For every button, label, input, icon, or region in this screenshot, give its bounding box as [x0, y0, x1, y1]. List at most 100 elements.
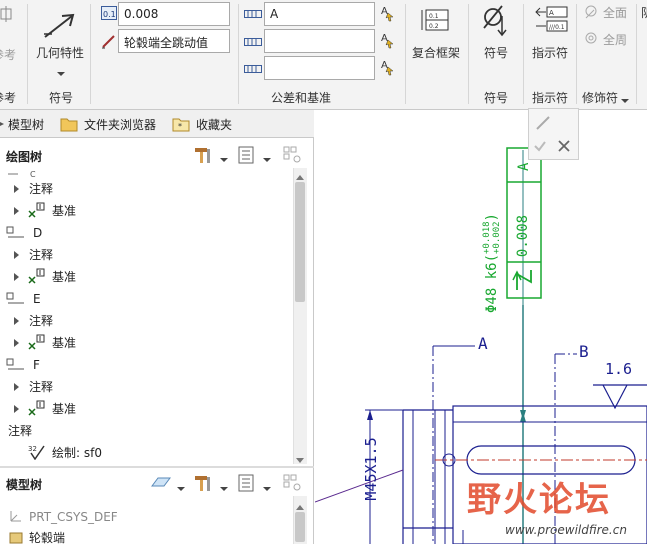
datum-tertiary-icon	[244, 63, 262, 73]
indicator-icon[interactable]: A ///0.1	[534, 4, 570, 38]
divider	[468, 4, 469, 104]
geometric-characteristic-icon[interactable]	[42, 12, 78, 40]
composite-frame-icon[interactable]: 0.1 0.2	[420, 8, 450, 32]
reference-group-label: 参考	[0, 91, 17, 105]
tree-row-datum[interactable]: 基准	[52, 399, 76, 419]
view-node-icon	[6, 358, 26, 372]
expand-icon[interactable]	[14, 339, 19, 347]
tree-row-view-d[interactable]: D	[33, 223, 42, 243]
drawing-canvas[interactable]: Φ48 k6(+0.018 +0.002) 0.008 A A B 1.6 M45…	[315, 110, 647, 544]
close-icon[interactable]	[557, 139, 571, 153]
divider	[27, 4, 28, 104]
expand-icon[interactable]	[14, 185, 19, 193]
chevron-down-icon[interactable]	[56, 66, 66, 76]
expand-icon[interactable]	[14, 405, 19, 413]
datum-select-icon[interactable]: A	[381, 31, 395, 49]
filter-icon[interactable]	[283, 474, 303, 492]
svg-text:0.1: 0.1	[429, 13, 439, 20]
tree-row-datum[interactable]: 基准	[52, 267, 76, 287]
datum-b-label[interactable]: B	[579, 342, 589, 361]
chevron-down-icon[interactable]	[263, 152, 271, 162]
tree-settings-icon[interactable]	[194, 474, 212, 492]
modifier-group-label[interactable]: 修饰符	[582, 89, 618, 106]
datum-feature-icon	[28, 202, 46, 218]
expand-icon[interactable]	[14, 383, 19, 391]
tab-model-tree[interactable]: 模型树	[8, 116, 44, 133]
expand-icon[interactable]	[14, 251, 19, 259]
reference-button-label[interactable]: 参考	[0, 46, 16, 63]
tree-row-sketch[interactable]: 绘制: sf0	[52, 443, 102, 463]
datum-tertiary-input[interactable]	[264, 56, 375, 80]
edit-note-icon	[101, 33, 117, 49]
tree-row-annotations-root[interactable]: 注释	[8, 421, 32, 441]
reference-icon[interactable]	[0, 6, 16, 22]
all-around-icon[interactable]	[584, 31, 600, 47]
diameter-annotation[interactable]: Φ48 k6(+0.018 +0.002)	[482, 150, 502, 313]
chevron-down-icon[interactable]	[220, 152, 228, 162]
confirm-icon[interactable]	[533, 139, 547, 153]
datum-feature-icon	[28, 334, 46, 350]
chevron-down-icon[interactable]	[177, 481, 185, 491]
divider	[523, 4, 524, 104]
datum-a-label[interactable]: A	[478, 334, 488, 353]
geometric-characteristic-label[interactable]: 几何特性	[36, 44, 84, 61]
tree-row-annotation[interactable]: 注释	[29, 311, 53, 331]
symbol-group2-label: 符号	[484, 91, 509, 105]
datum-feature-icon	[28, 268, 46, 284]
roughness-symbol	[602, 384, 628, 410]
datum-select-icon[interactable]: A	[381, 58, 395, 76]
datum-feature-icon	[28, 400, 46, 416]
scroll-down-icon[interactable]	[295, 454, 305, 463]
tree-row-annotation[interactable]: 注释	[29, 245, 53, 265]
tree-row-datum[interactable]: 基准	[52, 333, 76, 353]
gtol-value[interactable]: 0.008	[515, 206, 531, 266]
chevron-down-icon[interactable]	[220, 481, 228, 491]
diameter-symbol-icon[interactable]	[480, 4, 514, 38]
link-icon[interactable]	[535, 115, 551, 131]
composite-frame-label[interactable]: 复合框架	[412, 44, 460, 61]
drawing-tree-scroll-thumb[interactable]	[295, 182, 305, 302]
model-tree-icon	[0, 118, 6, 130]
upper-tolerance: +0.018	[482, 221, 492, 254]
filter-icon[interactable]	[283, 146, 303, 164]
tolerance-note-input[interactable]: 轮毂端全跳动值	[118, 29, 230, 53]
all-over-icon[interactable]	[584, 4, 600, 20]
tree-row-view-e[interactable]: E	[33, 289, 41, 309]
expand-icon[interactable]	[14, 207, 19, 215]
tree-row-csys[interactable]: PRT_CSYS_DEF	[29, 507, 118, 527]
datum-secondary-input[interactable]	[264, 29, 375, 53]
thread-annotation[interactable]: M45X1.5	[351, 437, 389, 500]
datum-select-icon[interactable]: A	[381, 4, 395, 22]
tab-folder-browser[interactable]: 文件夹浏览器	[84, 116, 156, 133]
tree-row-view-f[interactable]: F	[33, 355, 40, 375]
chevron-down-icon[interactable]	[263, 481, 271, 491]
model-tree-scroll-thumb[interactable]	[295, 512, 305, 542]
full-around-label[interactable]: 全周	[603, 31, 627, 48]
tree-row-annotation[interactable]: 注释	[29, 377, 53, 397]
show-icon[interactable]	[238, 474, 256, 492]
divider	[636, 4, 637, 104]
scroll-up-icon[interactable]	[295, 500, 305, 510]
full-face-label[interactable]: 全面	[603, 4, 627, 21]
svg-text:///0.1: ///0.1	[549, 24, 565, 31]
tab-favorites[interactable]: 收藏夹	[196, 116, 232, 133]
tree-settings-icon[interactable]	[194, 146, 212, 164]
scroll-up-icon[interactable]	[295, 170, 305, 180]
indicator-button-label[interactable]: 指示符	[532, 44, 568, 61]
svg-text:0.2: 0.2	[429, 23, 439, 30]
chevron-down-icon[interactable]	[621, 93, 629, 103]
tree-row-part[interactable]: 轮毂端	[29, 528, 65, 544]
tree-row-annotation[interactable]: 注释	[29, 179, 53, 199]
expand-icon[interactable]	[14, 317, 19, 325]
drawing-tree-title: 绘图树	[6, 150, 43, 164]
tree-row-datum[interactable]: 基准	[52, 201, 76, 221]
layer-icon[interactable]	[150, 474, 172, 492]
show-icon[interactable]	[238, 146, 256, 164]
datum-primary-input[interactable]: A	[264, 2, 375, 26]
tolerance-value-input[interactable]: 0.008	[118, 2, 230, 26]
symbol-button-label[interactable]: 符号	[484, 44, 508, 61]
roughness-value[interactable]: 1.6	[605, 360, 632, 378]
gtol-datum[interactable]: A	[516, 159, 532, 171]
svg-text:0.1: 0.1	[103, 10, 116, 19]
expand-icon[interactable]	[14, 273, 19, 281]
